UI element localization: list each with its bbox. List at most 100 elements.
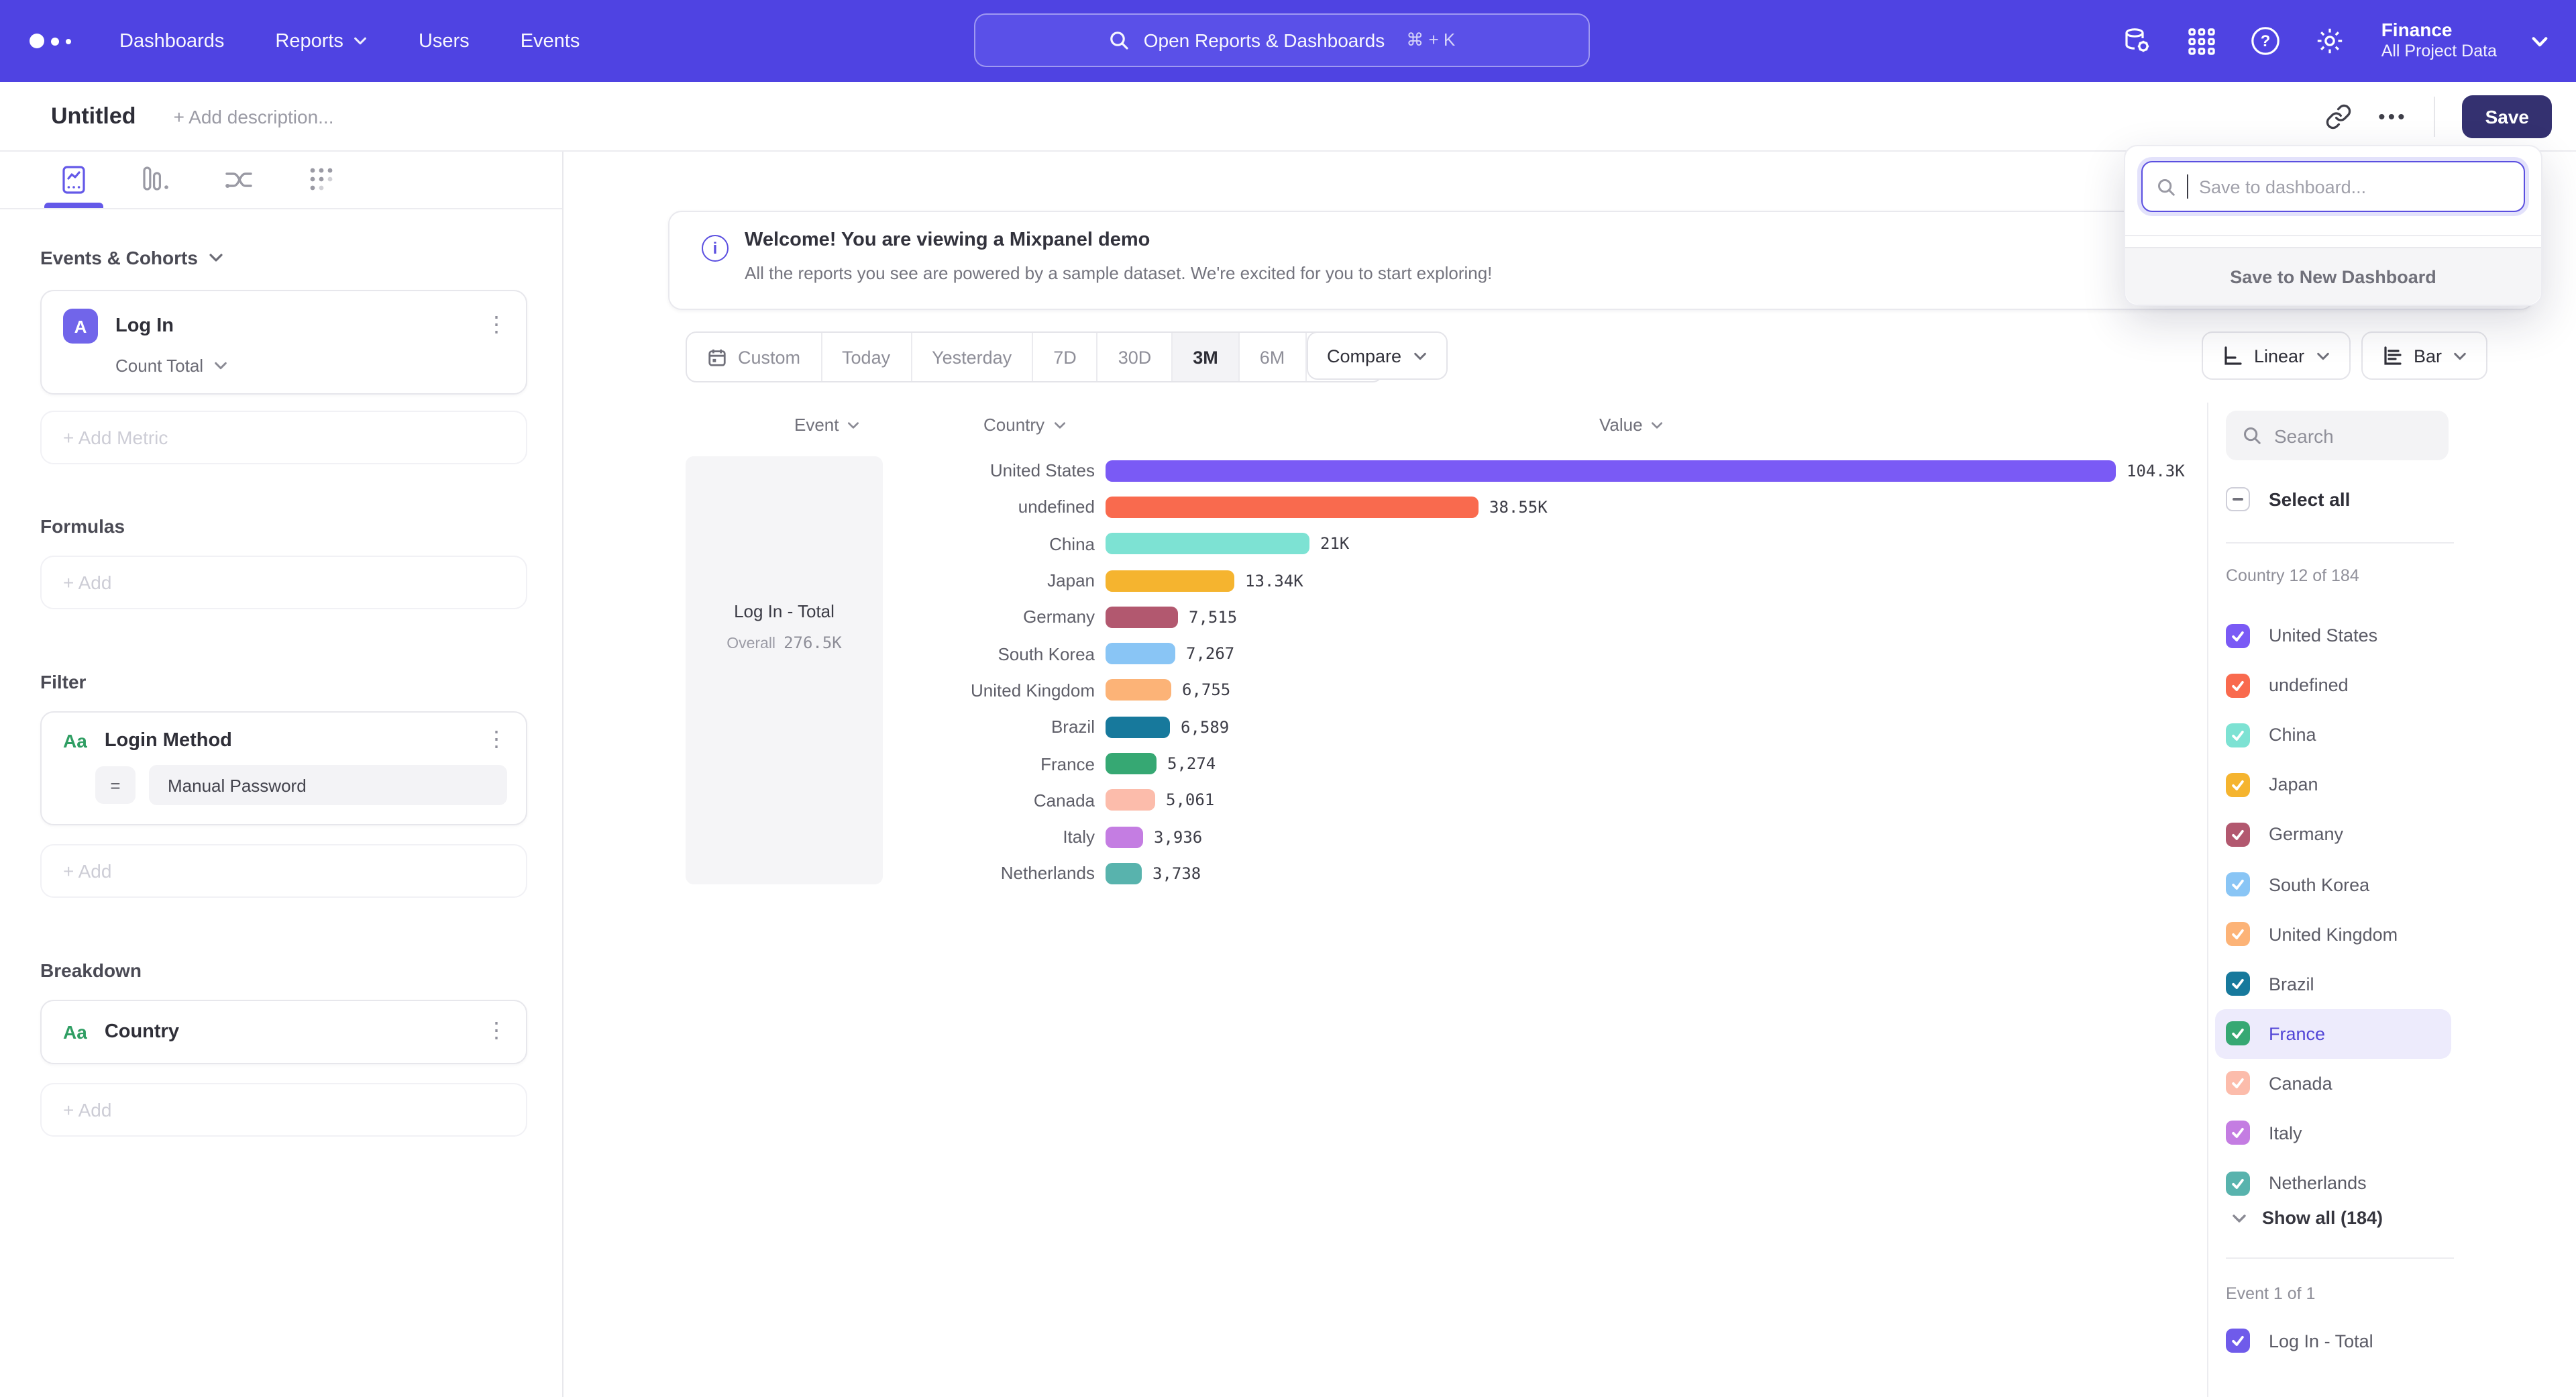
bar[interactable] [1106,863,1142,884]
bar[interactable] [1106,826,1143,847]
country-checkbox[interactable] [2226,972,2250,996]
settings-gear-icon[interactable] [2314,25,2345,56]
bar[interactable] [1106,533,1309,554]
chevron-down-icon [213,358,227,373]
add-metric-button[interactable]: + Add Metric [40,411,527,464]
copy-link-icon[interactable] [2324,103,2351,130]
country-filter-row[interactable]: Canada [2215,1059,2451,1108]
country-filter-row[interactable]: Brazil [2215,959,2451,1008]
events-cohorts-header[interactable]: Events & Cohorts [40,247,527,268]
save-button[interactable]: Save [2463,95,2552,138]
country-checkbox[interactable] [2226,673,2250,697]
chart-type-dropdown[interactable]: Bar [2361,331,2487,380]
country-checkbox[interactable] [2226,872,2250,896]
nav-item-reports[interactable]: Reports [275,30,368,52]
country-filter-row[interactable]: United Kingdom [2215,909,2451,959]
bar-value-label: 5,061 [1166,791,1214,810]
add-formula-button[interactable]: + Add [40,556,527,609]
add-breakdown-button[interactable]: + Add [40,1083,527,1137]
country-checkbox[interactable] [2226,623,2250,648]
country-checkbox[interactable] [2226,723,2250,747]
kebab-menu-icon[interactable]: ⋮ [486,730,507,752]
column-header-value[interactable]: Value [1599,415,1664,435]
help-icon[interactable]: ? [2250,25,2281,56]
bar[interactable] [1106,753,1157,774]
bar[interactable] [1106,716,1170,737]
save-to-new-dashboard-button[interactable]: Save to New Dashboard [2125,247,2541,305]
mixpanel-logo-icon[interactable] [30,34,71,48]
filter-operator[interactable]: = [95,766,136,804]
kebab-menu-icon[interactable]: ⋮ [486,315,507,337]
metric-card-log-in[interactable]: A Log In ⋮ Count Total [40,290,527,395]
nav-item-users[interactable]: Users [419,30,470,52]
save-dashboard-search-input[interactable]: Save to dashboard... [2141,161,2525,212]
more-actions-icon[interactable]: ••• [2378,105,2408,128]
bar[interactable] [1106,680,1171,701]
compare-button[interactable]: Compare [1307,331,1447,380]
range-6m[interactable]: 6M [1240,333,1307,381]
segment-search-input[interactable]: Search [2226,411,2449,460]
filter-card-login-method[interactable]: Aa Login Method ⋮ = Manual Password [40,711,527,825]
column-header-country[interactable]: Country [983,415,1066,435]
country-filter-row[interactable]: Italy [2215,1108,2451,1158]
breakdown-card-country[interactable]: Aa Country ⋮ [40,1000,527,1064]
nav-item-events[interactable]: Events [521,30,580,52]
range-today[interactable]: Today [822,333,912,381]
range-7d[interactable]: 7D [1033,333,1098,381]
chart-row: Italy3,936 [564,819,2200,856]
apps-grid-icon[interactable] [2187,26,2216,56]
country-filter-row[interactable]: South Korea [2215,860,2451,909]
tab-funnels[interactable] [141,152,170,208]
breakdown-property-name[interactable]: Country [105,1021,179,1043]
metric-event-name[interactable]: Log In [115,315,174,337]
bar[interactable] [1106,607,1178,628]
report-title[interactable]: Untitled [51,103,136,130]
data-management-icon[interactable] [2121,25,2153,57]
global-search-bar[interactable]: Open Reports & Dashboards ⌘ + K [974,13,1590,67]
column-header-event[interactable]: Event [794,415,861,435]
metric-aggregation[interactable]: Count Total [115,356,507,376]
bar[interactable] [1106,643,1175,664]
nav-item-dashboards[interactable]: Dashboards [119,30,224,52]
filter-property-name[interactable]: Login Method [105,730,232,752]
bar[interactable] [1106,570,1234,591]
country-filter-label: Netherlands [2269,1173,2367,1193]
country-filter-row[interactable]: Netherlands [2215,1158,2451,1208]
country-filter-row[interactable]: France [2215,1009,2451,1059]
country-checkbox[interactable] [2226,773,2250,797]
country-checkbox[interactable] [2226,1121,2250,1145]
range-30d[interactable]: 30D [1098,333,1173,381]
bar-category-label: Netherlands [885,864,1095,884]
tab-retention[interactable] [307,152,337,208]
bar[interactable] [1106,460,2116,481]
bar[interactable] [1106,790,1155,811]
country-filter-row[interactable]: United States [2215,611,2451,660]
chevron-down-icon[interactable] [2530,32,2549,50]
add-description-placeholder[interactable]: + Add description... [174,105,334,127]
country-checkbox[interactable] [2226,1171,2250,1195]
kebab-menu-icon[interactable]: ⋮ [486,1021,507,1043]
filter-value[interactable]: Manual Password [149,765,507,805]
country-filter-row[interactable]: Germany [2215,810,2451,860]
select-all-row[interactable]: Select all [2226,487,2350,511]
add-filter-button[interactable]: + Add [40,844,527,898]
country-filter-row[interactable]: undefined [2215,660,2451,710]
tab-flows[interactable] [223,152,255,208]
y-scale-dropdown[interactable]: Linear [2202,331,2350,380]
select-all-checkbox[interactable] [2226,487,2250,511]
bar[interactable] [1106,497,1479,518]
event-filter-row[interactable]: Log In - Total [2226,1329,2373,1353]
show-all-toggle[interactable]: Show all (184) [2231,1208,2383,1228]
country-checkbox[interactable] [2226,1072,2250,1096]
range-custom[interactable]: Custom [687,333,822,381]
project-switcher[interactable]: Finance All Project Data [2381,19,2497,63]
country-filter-row[interactable]: Japan [2215,760,2451,810]
tab-insights[interactable] [59,152,89,208]
range-3m[interactable]: 3M [1173,333,1240,381]
country-filter-row[interactable]: China [2215,710,2451,760]
country-checkbox[interactable] [2226,1022,2250,1046]
country-checkbox[interactable] [2226,922,2250,946]
event-checkbox[interactable] [2226,1329,2250,1353]
country-checkbox[interactable] [2226,823,2250,847]
range-yesterday[interactable]: Yesterday [912,333,1033,381]
